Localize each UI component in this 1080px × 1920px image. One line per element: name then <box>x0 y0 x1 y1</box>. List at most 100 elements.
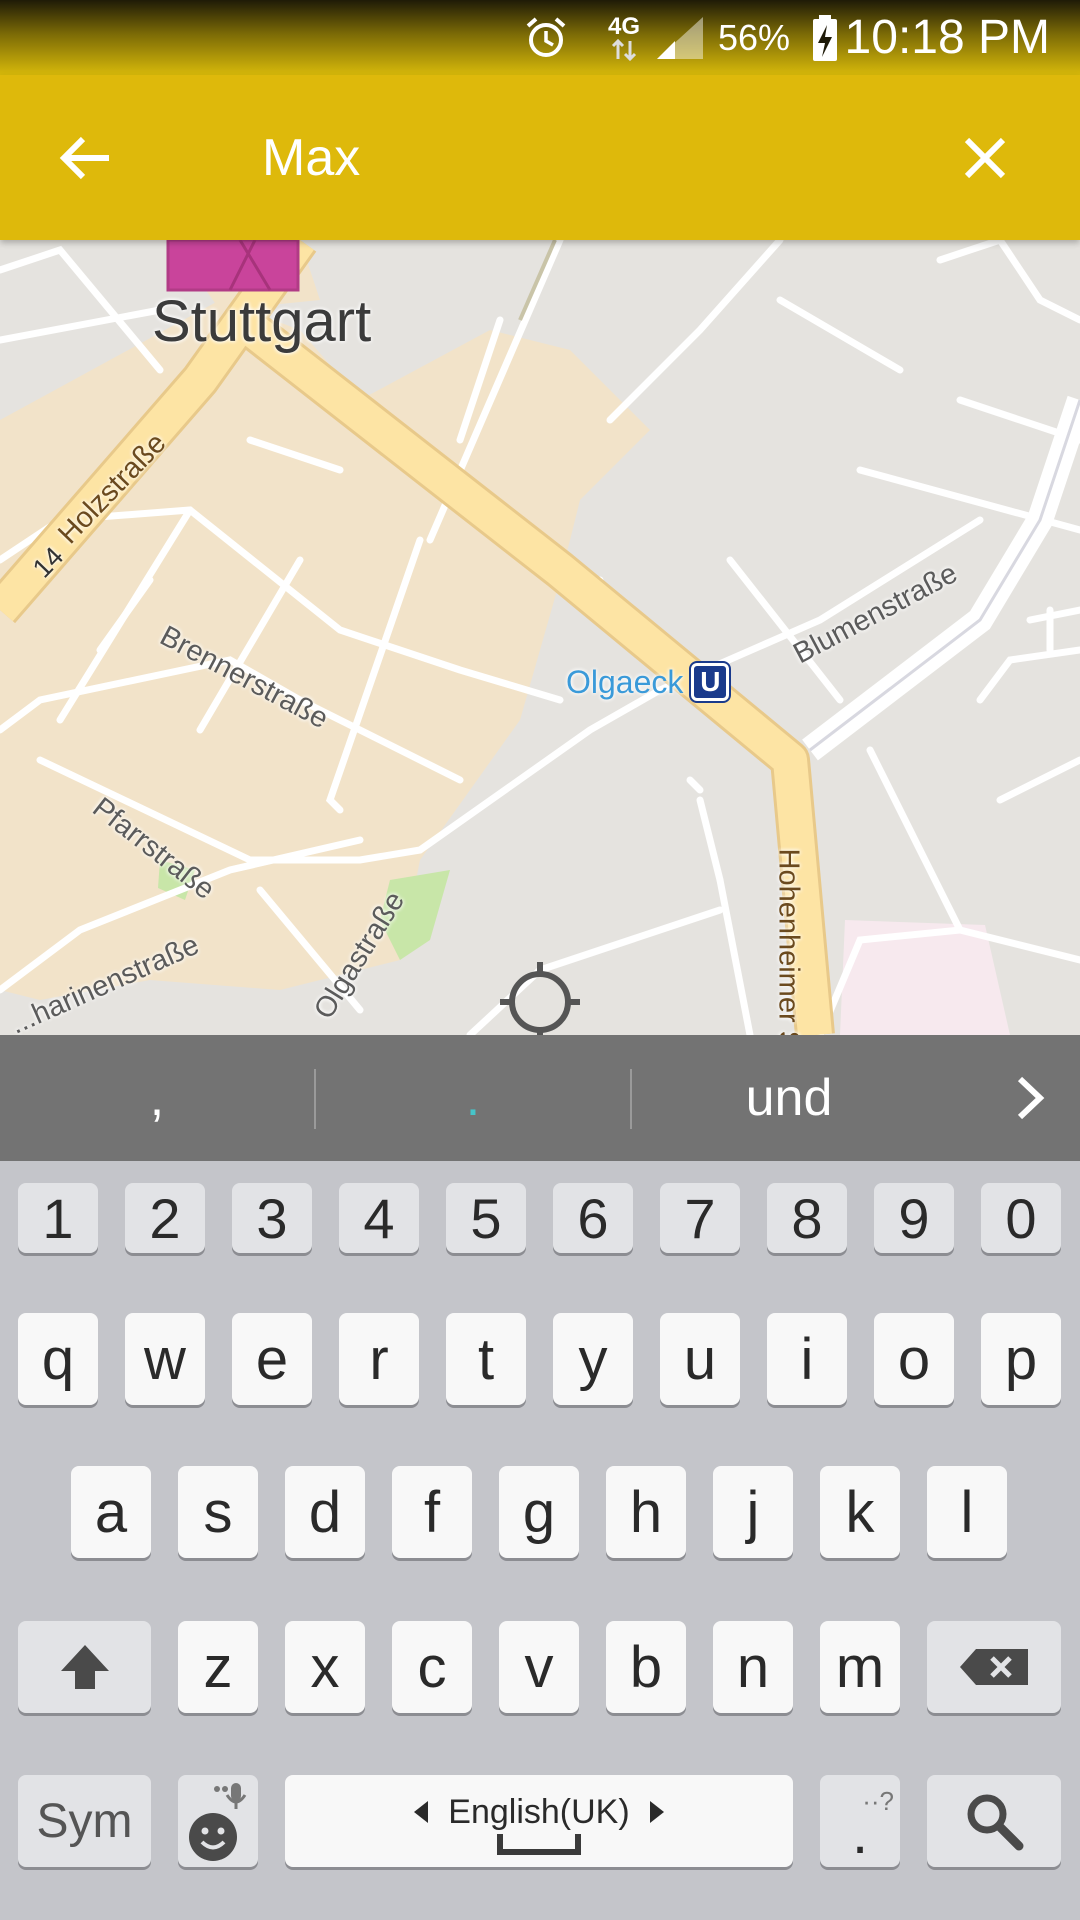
key-r[interactable]: r <box>339 1313 419 1405</box>
triangle-right-icon <box>649 1801 664 1823</box>
suggestion-strip: , . und <box>0 1035 1080 1161</box>
key-c[interactable]: c <box>392 1621 472 1713</box>
network-type-label: 4G <box>607 12 640 40</box>
key-label: a <box>94 1479 128 1545</box>
key-label: h <box>629 1479 663 1545</box>
shift-key[interactable] <box>18 1621 151 1713</box>
key-label: y <box>578 1326 608 1392</box>
emoji-key[interactable] <box>178 1775 258 1867</box>
status-bar: 4G 56% 10:18 PM <box>0 0 1080 75</box>
key-s[interactable]: s <box>178 1466 258 1558</box>
back-button[interactable] <box>30 118 140 198</box>
street-label-hohenheimer: Hohenheimer S... <box>772 848 805 1036</box>
key-label: 6 <box>577 1186 609 1250</box>
key-x[interactable]: x <box>285 1621 365 1713</box>
key-b[interactable]: b <box>606 1621 686 1713</box>
map-view[interactable]: Stuttgart Holzstraße 14 Brennerstraße Pf… <box>0 240 1080 1035</box>
key-label: s <box>203 1479 233 1545</box>
period-key[interactable]: ··? . <box>820 1775 900 1867</box>
language-switcher: English(UK) <box>412 1793 665 1832</box>
key-j[interactable]: j <box>713 1466 793 1558</box>
key-label: 9 <box>898 1186 930 1250</box>
key-g[interactable]: g <box>499 1466 579 1558</box>
key-label: b <box>629 1634 663 1700</box>
app-bar <box>0 75 1080 240</box>
key-p[interactable]: p <box>981 1313 1061 1405</box>
key-l[interactable]: l <box>927 1466 1007 1558</box>
key-i[interactable]: i <box>767 1313 847 1405</box>
keyboard: 1 2 3 4 5 6 7 8 9 0 q w e r t y u i o p … <box>0 1161 1080 1920</box>
space-key[interactable]: English(UK) <box>285 1775 793 1867</box>
key-t[interactable]: t <box>446 1313 526 1405</box>
key-label: m <box>835 1634 885 1700</box>
key-label: e <box>255 1326 289 1392</box>
suggestion-period[interactable]: . <box>316 1035 630 1161</box>
emoji-mic-icon <box>189 1783 247 1861</box>
spacebar-icon <box>497 1833 581 1855</box>
key-label: g <box>522 1479 556 1545</box>
key-9[interactable]: 9 <box>874 1183 954 1253</box>
clock: 10:18 PM <box>844 11 1050 64</box>
language-label: English(UK) <box>448 1792 630 1831</box>
key-6[interactable]: 6 <box>553 1183 633 1253</box>
key-label: r <box>369 1326 389 1392</box>
suggestion-comma[interactable]: , <box>0 1035 314 1161</box>
key-label: t <box>477 1326 495 1392</box>
search-key[interactable] <box>927 1775 1061 1867</box>
backspace-key[interactable] <box>927 1621 1061 1713</box>
key-y[interactable]: y <box>553 1313 633 1405</box>
battery-percent: 56% <box>717 16 790 58</box>
key-label: z <box>203 1634 233 1700</box>
key-k[interactable]: k <box>820 1466 900 1558</box>
key-label: q <box>41 1326 75 1392</box>
key-label: c <box>417 1634 447 1700</box>
key-label: 5 <box>470 1186 502 1250</box>
key-0[interactable]: 0 <box>981 1183 1061 1253</box>
key-m[interactable]: m <box>820 1621 900 1713</box>
key-label: i <box>800 1326 814 1392</box>
key-1[interactable]: 1 <box>18 1183 98 1253</box>
key-d[interactable]: d <box>285 1466 365 1558</box>
key-7[interactable]: 7 <box>660 1183 740 1253</box>
key-label: x <box>310 1634 340 1700</box>
key-e[interactable]: e <box>232 1313 312 1405</box>
key-2[interactable]: 2 <box>125 1183 205 1253</box>
key-label: l <box>960 1479 974 1545</box>
key-label: f <box>423 1479 441 1545</box>
station-olgaeck[interactable]: Olgaeck U <box>566 661 732 703</box>
key-label: k <box>845 1479 875 1545</box>
key-label: o <box>897 1326 931 1392</box>
key-label: v <box>524 1634 554 1700</box>
search-input[interactable] <box>262 115 912 201</box>
key-label: . <box>851 1801 869 1866</box>
key-n[interactable]: n <box>713 1621 793 1713</box>
triangle-left-icon <box>414 1801 429 1823</box>
key-f[interactable]: f <box>392 1466 472 1558</box>
city-label: Stuttgart <box>152 289 372 354</box>
key-o[interactable]: o <box>874 1313 954 1405</box>
more-suggestions-button[interactable] <box>1000 1068 1060 1128</box>
sym-key[interactable]: Sym <box>18 1775 151 1867</box>
key-5[interactable]: 5 <box>446 1183 526 1253</box>
key-a[interactable]: a <box>71 1466 151 1558</box>
key-label: n <box>736 1634 770 1700</box>
key-4[interactable]: 4 <box>339 1183 419 1253</box>
crosshair-icon <box>500 962 580 1035</box>
key-3[interactable]: 3 <box>232 1183 312 1253</box>
key-z[interactable]: z <box>178 1621 258 1713</box>
key-label: j <box>746 1479 760 1545</box>
suggestion-und[interactable]: und <box>632 1035 946 1161</box>
key-label: 0 <box>1005 1186 1037 1250</box>
chevron-right-icon <box>1017 1076 1045 1120</box>
key-label: Sym <box>36 1794 133 1848</box>
key-q[interactable]: q <box>18 1313 98 1405</box>
clear-search-button[interactable] <box>930 118 1040 198</box>
my-location-button[interactable] <box>496 958 584 1035</box>
key-h[interactable]: h <box>606 1466 686 1558</box>
key-8[interactable]: 8 <box>767 1183 847 1253</box>
key-label: u <box>683 1326 717 1392</box>
key-w[interactable]: w <box>125 1313 205 1405</box>
key-u[interactable]: u <box>660 1313 740 1405</box>
backspace-icon <box>960 1649 1028 1685</box>
key-v[interactable]: v <box>499 1621 579 1713</box>
